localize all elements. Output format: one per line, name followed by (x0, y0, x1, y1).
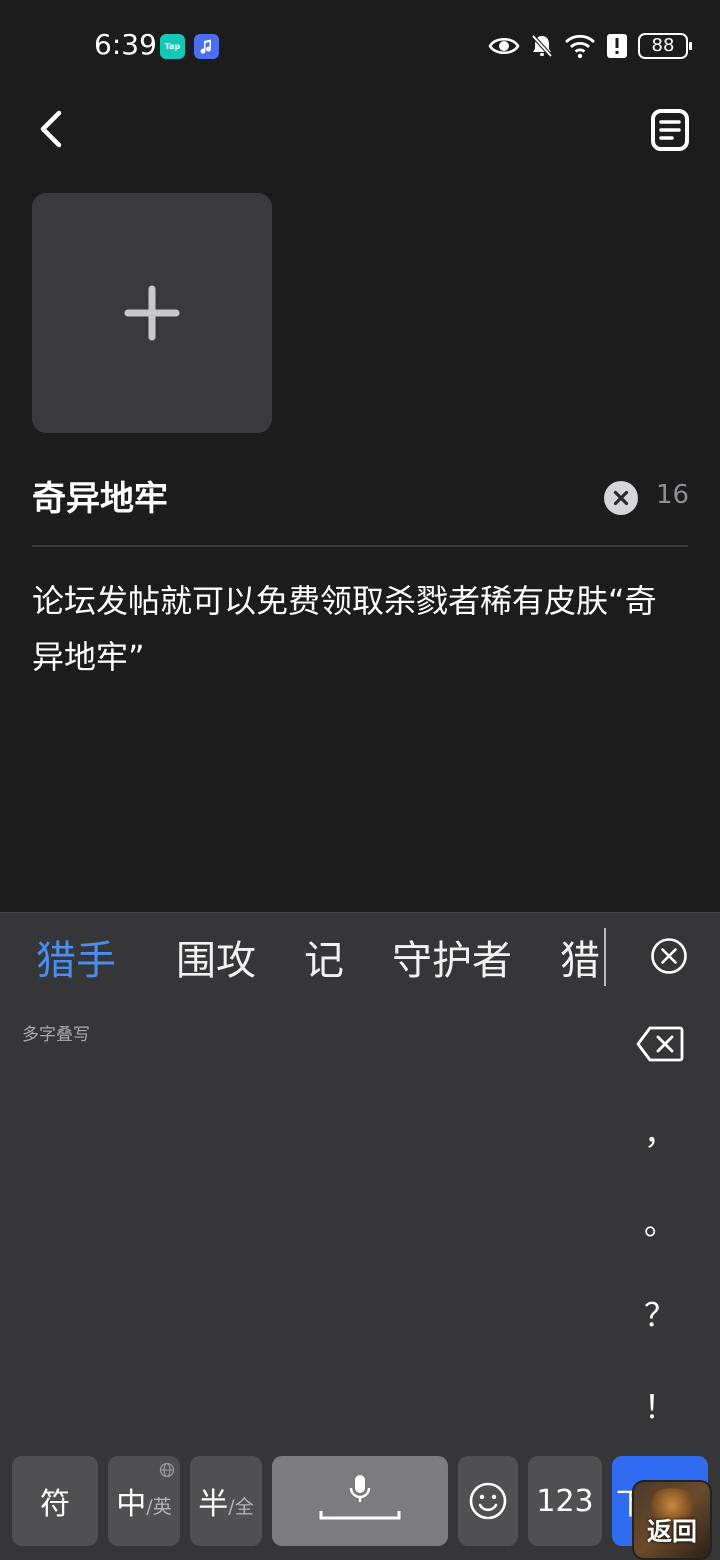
chinese-label: 中 (116, 1487, 147, 1522)
question-mark-key[interactable]: ？ (630, 1285, 690, 1345)
status-time: 6:39 (94, 28, 157, 61)
microphone-icon (319, 1475, 401, 1520)
symbol-key-label: 符 (40, 1487, 70, 1522)
clear-title-button[interactable] (604, 481, 638, 515)
handwriting-mode-label[interactable]: 多字叠写 (22, 1020, 90, 1045)
wifi-icon (565, 34, 595, 59)
keyboard-bottom-row: 符 中/英 半/全 123 下 (0, 1456, 720, 1548)
music-app-icon (194, 34, 219, 59)
tap-app-icon: Tap (160, 34, 185, 59)
comma-key[interactable]: ， (630, 1103, 690, 1163)
emoji-key[interactable] (458, 1456, 518, 1546)
numbers-key-label: 123 (536, 1483, 594, 1519)
status-bar: 6:39 Tap 88 (0, 0, 720, 92)
backspace-icon (636, 1026, 684, 1062)
candidate-item[interactable]: 围攻 (176, 928, 256, 986)
half-full-width-toggle[interactable]: 半/全 (190, 1456, 262, 1546)
candidate-item[interactable]: 猎手 (36, 928, 116, 986)
body-input[interactable]: 论坛发帖就可以免费领取杀戮者稀有皮肤“奇异地牢” (32, 573, 688, 685)
globe-icon (159, 1462, 175, 1478)
full-label: /全 (228, 1495, 254, 1518)
candidate-bar: 猎手 围攻 记 守护者 猎 (0, 913, 720, 1001)
handwriting-canvas[interactable] (0, 1001, 620, 1453)
drafts-button[interactable] (648, 108, 692, 152)
numbers-key[interactable]: 123 (528, 1456, 602, 1546)
close-candidates-button[interactable] (650, 937, 688, 975)
alert-icon (607, 34, 627, 58)
chevron-left-icon (40, 110, 62, 148)
space-voice-key[interactable] (272, 1456, 448, 1546)
floating-return-button[interactable]: 返回 (632, 1480, 712, 1560)
floating-return-label: 返回 (646, 1517, 697, 1546)
candidate-item[interactable]: 守护者 (392, 928, 512, 986)
close-icon (613, 490, 629, 506)
candidate-item[interactable]: 记 (304, 928, 344, 986)
circle-close-icon (651, 938, 687, 974)
half-label: 半 (198, 1487, 229, 1522)
chinese-english-toggle[interactable]: 中/英 (108, 1456, 180, 1546)
status-icons: 88 (488, 30, 692, 62)
handwriting-keyboard: 猎手 围攻 记 守护者 猎 多字叠写 ， 。 ？ ！ 符 中/英 半/全 123 (0, 912, 720, 1560)
emoji-icon (469, 1482, 507, 1520)
title-char-count: 16 (656, 480, 690, 510)
divider (32, 545, 688, 547)
title-input[interactable]: 奇异地牢 (32, 472, 592, 526)
symbol-key[interactable]: 符 (12, 1456, 98, 1546)
add-cover-image-button[interactable] (32, 193, 272, 433)
battery-icon: 88 (638, 33, 692, 59)
back-button[interactable] (30, 106, 76, 152)
period-key[interactable]: 。 (630, 1193, 690, 1253)
document-icon (651, 109, 689, 151)
exclamation-key[interactable]: ！ (630, 1377, 690, 1437)
plus-icon (124, 285, 180, 341)
backspace-button[interactable] (636, 1025, 684, 1063)
english-label: /英 (146, 1495, 172, 1518)
candidate-item[interactable]: 猎 (560, 928, 606, 986)
eye-icon (488, 37, 520, 55)
bell-off-icon (531, 34, 553, 58)
